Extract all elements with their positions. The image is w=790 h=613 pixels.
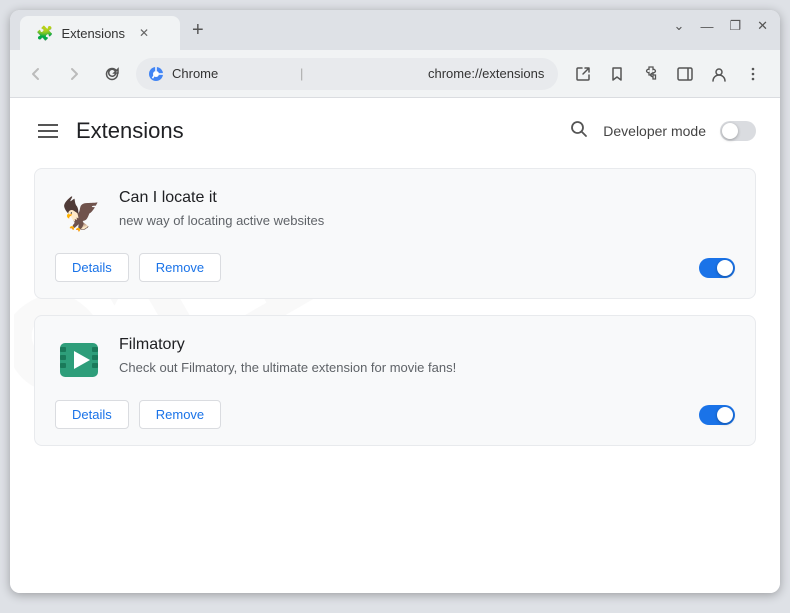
minimize-button[interactable]: — — [700, 19, 713, 34]
can-i-locate-it-icon: 🦅 — [57, 191, 101, 235]
extensions-list: 🦅 Can I locate it new way of locating ac… — [34, 168, 756, 446]
bookmark-button[interactable] — [602, 59, 632, 89]
extension-card-1: Filmatory Check out Filmatory, the ultim… — [34, 315, 756, 446]
profile-button[interactable] — [704, 59, 734, 89]
ext-details-button-0[interactable]: Details — [55, 253, 129, 282]
ext-toggle-1[interactable] — [699, 405, 735, 425]
ext-toggle-0[interactable] — [699, 258, 735, 278]
title-bar: 🧩 Extensions ✕ + ⌄ — ❐ ✕ — [10, 10, 780, 50]
ext-icon-0: 🦅 — [55, 189, 103, 237]
puzzle-icon: 🧩 — [36, 25, 53, 42]
reload-icon — [104, 66, 120, 82]
puzzle-toolbar-icon — [642, 65, 660, 83]
browser-window: 🧩 Extensions ✕ + ⌄ — ❐ ✕ — [10, 10, 780, 593]
tab-close-button[interactable]: ✕ — [139, 26, 149, 40]
filmatory-icon — [56, 337, 102, 383]
close-window-button[interactable]: ✕ — [757, 18, 768, 34]
ext-footer-0: Details Remove — [55, 253, 735, 282]
share-button[interactable] — [568, 59, 598, 89]
ext-details-button-1[interactable]: Details — [55, 400, 129, 429]
ext-remove-button-0[interactable]: Remove — [139, 253, 221, 282]
hamburger-line — [38, 130, 58, 132]
address-bar: Chrome | chrome://extensions — [10, 50, 780, 98]
hamburger-line — [38, 136, 58, 138]
back-icon — [28, 66, 44, 82]
ext-desc-1: Check out Filmatory, the ultimate extens… — [119, 358, 735, 378]
search-button[interactable] — [569, 119, 589, 144]
ext-header-1: Filmatory Check out Filmatory, the ultim… — [55, 336, 735, 384]
url-text: chrome://extensions — [428, 66, 546, 81]
side-panel-icon — [676, 65, 694, 83]
svg-text:🦅: 🦅 — [61, 195, 101, 232]
hamburger-menu-button[interactable] — [34, 120, 62, 142]
separator: | — [300, 66, 418, 81]
ext-info-0: Can I locate it new way of locating acti… — [119, 189, 735, 231]
toolbar-icons — [568, 59, 768, 89]
more-icon — [744, 65, 762, 83]
brand-text: Chrome — [172, 66, 290, 81]
extensions-toolbar-button[interactable] — [636, 59, 666, 89]
ext-info-1: Filmatory Check out Filmatory, the ultim… — [119, 336, 735, 378]
ext-name-0: Can I locate it — [119, 189, 735, 207]
reload-button[interactable] — [98, 60, 126, 88]
ext-name-1: Filmatory — [119, 336, 735, 354]
hamburger-line — [38, 124, 58, 126]
new-tab-button[interactable]: + — [184, 15, 212, 46]
page-content: 911 Extensions — [10, 98, 780, 593]
ext-desc-0: new way of locating active websites — [119, 211, 735, 231]
minimize-all-button[interactable]: ⌄ — [674, 18, 685, 34]
window-controls: ⌄ — ❐ ✕ — [674, 18, 768, 34]
developer-mode-label: Developer mode — [603, 123, 706, 139]
developer-mode-toggle[interactable] — [720, 121, 756, 141]
page-title: Extensions — [76, 118, 184, 144]
ext-toggle-wrap-0 — [699, 258, 735, 278]
search-icon — [569, 119, 589, 139]
header-right: Developer mode — [569, 119, 756, 144]
ext-remove-button-1[interactable]: Remove — [139, 400, 221, 429]
restore-button[interactable]: ❐ — [729, 18, 741, 34]
ext-icon-1 — [55, 336, 103, 384]
tab-label: Extensions — [61, 26, 125, 41]
extension-card-0: 🦅 Can I locate it new way of locating ac… — [34, 168, 756, 299]
menu-button[interactable] — [738, 59, 768, 89]
back-button[interactable] — [22, 60, 50, 88]
ext-footer-1: Details Remove — [55, 400, 735, 429]
extensions-tab[interactable]: 🧩 Extensions ✕ — [20, 16, 180, 50]
profile-icon — [710, 65, 728, 83]
bookmark-icon — [608, 65, 626, 83]
ext-toggle-wrap-1 — [699, 405, 735, 425]
address-input[interactable]: Chrome | chrome://extensions — [136, 58, 558, 90]
side-panel-button[interactable] — [670, 59, 700, 89]
tab-bar: 🧩 Extensions ✕ + — [20, 15, 212, 50]
page-title-wrap: Extensions — [34, 118, 184, 144]
forward-icon — [66, 66, 82, 82]
chrome-logo-icon — [148, 66, 164, 82]
page-header: Extensions Developer mode — [34, 118, 756, 144]
content-area: 911 Extensions — [34, 118, 756, 446]
forward-button[interactable] — [60, 60, 88, 88]
share-icon — [574, 65, 592, 83]
ext-header-0: 🦅 Can I locate it new way of locating ac… — [55, 189, 735, 237]
